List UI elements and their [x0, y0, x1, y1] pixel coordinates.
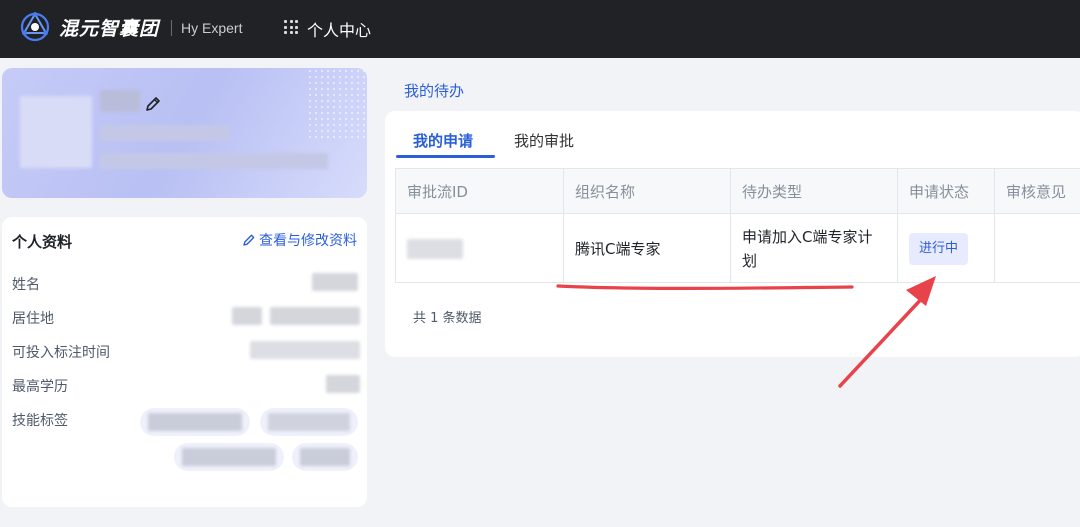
table-row-status[interactable]: 进行中	[898, 214, 995, 283]
column-header-flow-id[interactable]: 审批流ID	[396, 169, 564, 214]
redacted-value	[270, 307, 360, 325]
skill-tag	[174, 443, 284, 471]
profile-card	[2, 68, 367, 198]
column-header-status[interactable]: 申请状态	[898, 169, 995, 214]
redacted-line	[100, 125, 230, 141]
redacted-value	[312, 273, 358, 291]
tab-my-approvals[interactable]: 我的审批	[514, 130, 574, 151]
avatar[interactable]	[20, 96, 92, 168]
column-header-org-name[interactable]: 组织名称	[564, 169, 731, 214]
todo-type-text: 申请加入C端专家计划	[742, 227, 873, 270]
edit-name-icon[interactable]	[144, 95, 162, 113]
tab-my-applications[interactable]: 我的申请	[413, 130, 473, 151]
todo-section-title: 我的待办	[404, 82, 465, 100]
column-header-todo-type[interactable]: 待办类型	[731, 169, 898, 214]
brand-name[interactable]: 混元智囊团	[59, 14, 159, 41]
apps-grid-icon[interactable]	[284, 20, 298, 34]
todo-card: 我的申请 我的审批 审批流ID 组织名称 待办类型 申请状态 审核意见 腾讯C端…	[385, 111, 1080, 357]
redacted-flow-id	[407, 238, 463, 259]
applications-table: 审批流ID 组织名称 待办类型 申请状态 审核意见 腾讯C端专家 申请加入C端专…	[395, 168, 1080, 283]
todo-tabs: 我的申请 我的审批	[385, 111, 1080, 159]
status-badge: 进行中	[909, 232, 969, 265]
redacted-username	[100, 90, 140, 112]
skill-tag	[292, 443, 358, 471]
brand-subtitle: Hy Expert	[181, 20, 243, 36]
redacted-line	[100, 153, 328, 169]
decorative-dots	[307, 68, 367, 138]
field-label-skill-tags: 技能标签	[12, 413, 68, 429]
field-label-residence: 居住地	[12, 311, 54, 327]
brand-divider	[171, 20, 172, 36]
redacted-value	[326, 375, 360, 393]
table-row-org-name[interactable]: 腾讯C端专家	[564, 214, 731, 283]
field-label-education: 最高学历	[12, 379, 68, 395]
table-row-flow-id[interactable]	[396, 214, 564, 283]
edit-icon	[243, 234, 255, 246]
org-name-text: 腾讯C端专家	[575, 239, 661, 258]
personal-info-card: 个人资料 查看与修改资料 姓名 居住地 可投入标注时间 最高学历 技能标签	[2, 217, 367, 507]
field-label-name: 姓名	[12, 277, 40, 293]
redacted-value	[232, 307, 262, 325]
personal-info-title: 个人资料	[12, 233, 73, 251]
redacted-value	[250, 341, 360, 359]
skill-tag	[140, 408, 250, 436]
logo-icon[interactable]	[19, 11, 51, 43]
skill-tag	[260, 408, 358, 436]
nav-title[interactable]: 个人中心	[307, 17, 371, 41]
active-tab-indicator	[396, 155, 495, 158]
table-row-todo-type[interactable]: 申请加入C端专家计划	[731, 214, 898, 283]
view-edit-profile-label: 查看与修改资料	[259, 233, 357, 249]
total-count: 共 1 条数据	[413, 311, 482, 326]
field-label-available-time: 可投入标注时间	[12, 345, 110, 361]
table-row-review-comment[interactable]	[995, 214, 1080, 283]
view-edit-profile-link[interactable]: 查看与修改资料	[242, 230, 357, 250]
top-navigation-bar: 混元智囊团 Hy Expert 个人中心	[0, 0, 1080, 58]
column-header-review-comment[interactable]: 审核意见	[995, 169, 1080, 214]
